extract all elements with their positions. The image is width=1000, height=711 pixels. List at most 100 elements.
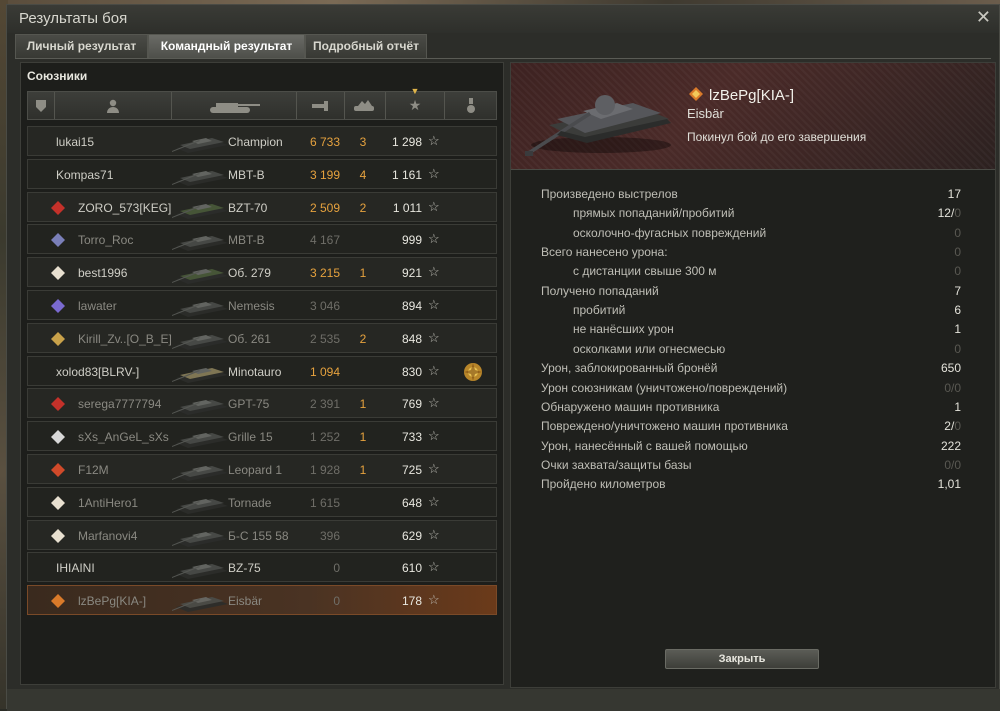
window-title: Результаты боя bbox=[19, 10, 128, 27]
clan-badge-icon bbox=[51, 266, 65, 281]
table-row[interactable]: lukai15 Champion 6 733 3 1 298 ☆ bbox=[27, 126, 497, 156]
xp-value: 725 bbox=[401, 463, 422, 477]
medal-icon[interactable] bbox=[462, 361, 484, 383]
table-row[interactable]: lawater Nemesis 3 046 894 ☆ bbox=[27, 290, 497, 320]
tank-icon[interactable] bbox=[172, 92, 297, 119]
stat-row: Пройдено километров 1,01 bbox=[541, 475, 961, 494]
tank-thumbnail bbox=[172, 367, 228, 383]
tank-thumbnail bbox=[172, 498, 228, 514]
sort-arrow-icon: ▼ bbox=[410, 86, 420, 96]
stat-row: не нанёсших урон 1 bbox=[541, 320, 961, 339]
star-icon: ☆ bbox=[428, 526, 440, 542]
tank-name: Tornade bbox=[228, 495, 272, 510]
stat-value-dim: 0 bbox=[954, 341, 961, 356]
close-icon[interactable]: ✕ bbox=[976, 7, 991, 28]
tab-personal[interactable]: Личный результат bbox=[15, 34, 148, 58]
stat-row: Всего нанесено урона: 0 bbox=[541, 243, 961, 262]
table-row[interactable]: Kirill_Zv..[O_B_E] Об. 261 2 535 2 848 ☆ bbox=[27, 322, 497, 353]
table-row[interactable]: 1AntiHero1 Tornade 1 615 648 ☆ bbox=[27, 486, 497, 517]
stat-value: 6 bbox=[954, 303, 961, 317]
stat-row: Урон, нанесённый с вашей помощью 222 bbox=[541, 437, 961, 456]
stat-value: 0 bbox=[954, 342, 961, 356]
stat-value-main: 7 bbox=[954, 283, 961, 298]
table-row[interactable]: Marfanovi4 Б-С 155 58 396 629 ☆ bbox=[27, 519, 497, 550]
tank-image bbox=[525, 95, 671, 156]
table-row[interactable]: Torro_Roc MBT-B 4 167 999 ☆ bbox=[27, 224, 497, 255]
tank-thumbnail bbox=[172, 170, 228, 186]
star-icon: ☆ bbox=[428, 395, 440, 411]
player-name: serega7777794 bbox=[78, 397, 162, 412]
tank-name: BZT-70 bbox=[228, 200, 268, 215]
player-name: ZORO_573[KEG] bbox=[78, 200, 172, 215]
star-icon: ☆ bbox=[428, 559, 440, 575]
table-row[interactable]: serega7777794 GPT-75 2 391 1 769 ☆ bbox=[27, 388, 497, 419]
player-name: F12M bbox=[78, 463, 109, 477]
clan-badge-icon bbox=[51, 397, 65, 412]
kills-icon[interactable] bbox=[345, 92, 386, 119]
damage-value: 3 046 bbox=[309, 299, 340, 313]
stat-row: Обнаружено машин противника 1 bbox=[541, 398, 961, 417]
close-button[interactable]: Закрыть bbox=[665, 649, 819, 669]
stat-label: Урон союзникам (уничтожено/повреждений) bbox=[541, 380, 788, 395]
xp-value: 1 298 bbox=[391, 135, 422, 149]
xp-value: 178 bbox=[401, 594, 422, 609]
stat-value: 650 bbox=[941, 361, 961, 375]
star-icon[interactable]: ▼ ★ bbox=[386, 86, 445, 119]
stat-value: 222 bbox=[941, 439, 961, 453]
player-name: Torro_Roc bbox=[78, 233, 134, 248]
clan-badge-icon bbox=[51, 430, 65, 445]
star-icon: ☆ bbox=[428, 165, 440, 181]
stat-value-dim: 0/0 bbox=[944, 457, 961, 472]
table-row[interactable]: IHIAINI BZ-75 0 610 ☆ bbox=[27, 552, 497, 583]
tank-thumbnail bbox=[172, 302, 228, 317]
tank-thumbnail bbox=[172, 236, 228, 252]
table-row[interactable]: F12M Leopard 11 928 1 725 ☆ bbox=[27, 454, 497, 484]
tank-name: GPT-75 bbox=[228, 397, 270, 412]
stat-value: 2/0 bbox=[944, 419, 961, 433]
stat-value: 1,01 bbox=[938, 477, 961, 491]
table-row[interactable]: Kompas71 MBT-B 3 199 4 1 161 ☆ bbox=[27, 158, 497, 189]
tank-name: Об. 261 bbox=[228, 331, 271, 346]
star-icon: ☆ bbox=[428, 231, 440, 247]
stat-value: 12/0 bbox=[938, 206, 961, 220]
table-header: ▼ ★ bbox=[27, 86, 497, 120]
table-row[interactable]: ZORO_573[KEG] BZT-70 2 509 2 1 011 ☆ bbox=[27, 191, 497, 222]
tank-name: BZ-75 bbox=[228, 561, 261, 576]
damage-value: 2 391 bbox=[309, 397, 340, 412]
player-name: lzBePg[KIA-] bbox=[78, 594, 147, 609]
tab-detailed[interactable]: Подробный отчёт bbox=[305, 34, 427, 58]
stat-value-main: 1 bbox=[954, 399, 961, 414]
tank-name: Champion bbox=[228, 135, 283, 149]
medal-icon[interactable] bbox=[445, 92, 496, 119]
star-icon: ☆ bbox=[428, 329, 440, 345]
player-name: lukai15 bbox=[56, 135, 95, 149]
tank-thumbnail bbox=[172, 597, 228, 613]
table-row[interactable]: xolod83[BLRV-] Minotauro 1 094 830 ☆ bbox=[27, 355, 497, 386]
shield-icon[interactable] bbox=[28, 92, 55, 119]
detail-tank-name: Eisbär bbox=[687, 106, 724, 121]
stat-value-dim: 0 bbox=[954, 225, 961, 240]
table-row[interactable]: lzBePg[KIA-] Eisbär 0 178 ☆ bbox=[27, 585, 497, 616]
clan-badge-icon bbox=[51, 528, 65, 543]
tank-name: Grille 15 bbox=[228, 430, 273, 445]
damage-value: 1 252 bbox=[309, 430, 340, 445]
tank-name: MBT-B bbox=[228, 167, 265, 182]
stat-label: Повреждено/уничтожено машин противника bbox=[541, 419, 788, 434]
tank-name: Minotauro bbox=[228, 364, 282, 379]
team-heading: Союзники bbox=[27, 69, 88, 83]
player-detail-panel: lzBePg[KIA-] Eisbär Покинул бой до его з… bbox=[510, 62, 996, 688]
tank-thumbnail bbox=[172, 466, 228, 481]
damage-value: 0 bbox=[333, 561, 340, 576]
stat-label: Всего нанесено урона: bbox=[541, 245, 668, 260]
table-row[interactable]: best1996 Об. 279 3 215 1 921 ☆ bbox=[27, 257, 497, 288]
tab-team[interactable]: Командный результат bbox=[148, 34, 305, 58]
table-row[interactable]: sXs_AnGeL_sXs Grille 15 1 252 1 733 ☆ bbox=[27, 421, 497, 452]
damage-value: 0 bbox=[333, 594, 340, 609]
stat-label: не нанёсших урон bbox=[573, 322, 674, 337]
damage-icon[interactable] bbox=[297, 92, 345, 119]
stat-value-main: 6 bbox=[954, 303, 961, 318]
player-icon[interactable] bbox=[55, 92, 172, 119]
tank-name: Б-С 155 58 bbox=[228, 528, 289, 543]
title-bar[interactable]: Результаты боя ✕ bbox=[7, 5, 999, 33]
clan-emblem-icon bbox=[689, 87, 703, 101]
